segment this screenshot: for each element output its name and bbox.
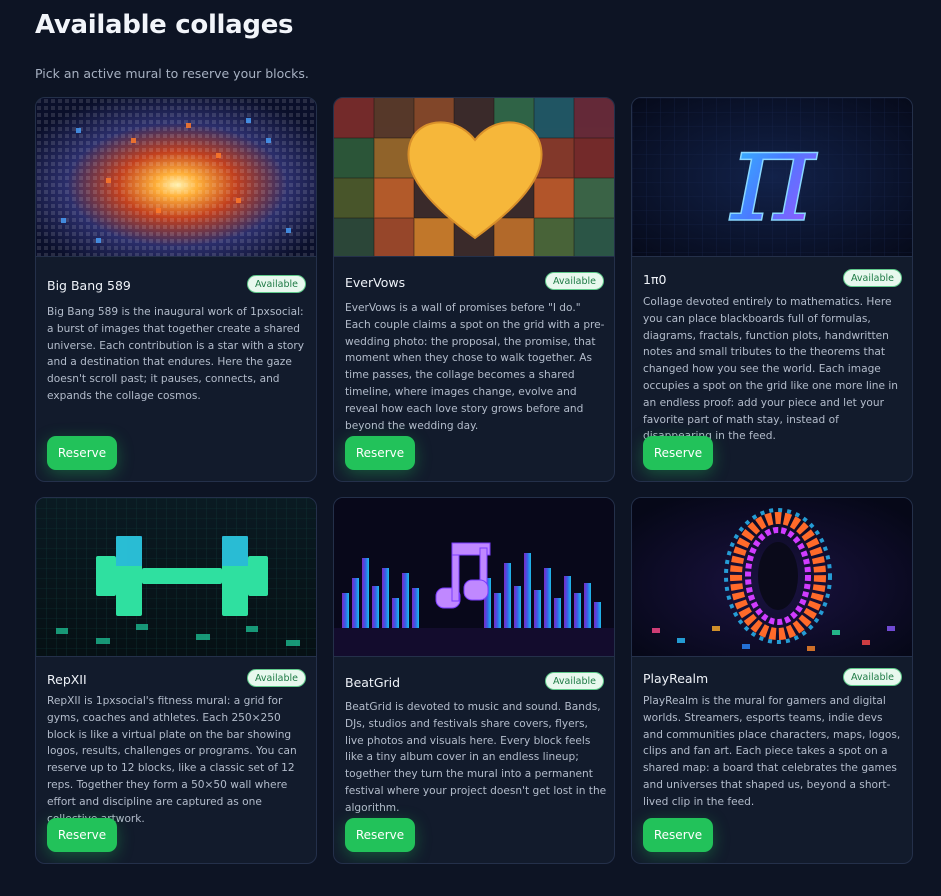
music-note-image bbox=[334, 498, 614, 657]
card-description: BeatGrid is devoted to music and sound. … bbox=[345, 701, 607, 814]
card-description: Collage devoted entirely to mathematics.… bbox=[643, 296, 899, 443]
starburst-image bbox=[36, 98, 316, 257]
card-title: 1π0 bbox=[643, 272, 667, 287]
collage-card: Big Bang 589 Available Big Bang 589 is t… bbox=[35, 97, 317, 482]
collage-card: EverVows Available EverVows is a wall of… bbox=[333, 97, 615, 482]
card-title: BeatGrid bbox=[345, 675, 401, 690]
reserve-button[interactable]: Reserve bbox=[345, 436, 415, 470]
dumbbell-image bbox=[36, 498, 316, 657]
svg-text:π: π bbox=[728, 99, 818, 251]
status-badge: Available bbox=[544, 272, 604, 290]
card-title: RepXII bbox=[47, 672, 87, 687]
collage-card: π 1π0 Available Collage devoted entirely… bbox=[631, 97, 913, 482]
page-title: Available collages bbox=[35, 10, 294, 40]
reserve-button[interactable]: Reserve bbox=[643, 436, 713, 470]
portal-ring-image bbox=[632, 498, 912, 657]
card-description: RepXII is 1pxsocial's fitness mural: a g… bbox=[47, 695, 297, 825]
reserve-button[interactable]: Reserve bbox=[47, 436, 117, 470]
status-badge: Available bbox=[842, 269, 902, 287]
heart-image bbox=[334, 98, 614, 257]
reserve-button[interactable]: Reserve bbox=[345, 818, 415, 852]
page-subtitle: Pick an active mural to reserve your blo… bbox=[35, 66, 309, 81]
pi-image: π bbox=[632, 98, 912, 257]
status-badge: Available bbox=[246, 275, 306, 293]
card-description: EverVows is a wall of promises before "I… bbox=[345, 302, 605, 432]
card-title: EverVows bbox=[345, 275, 406, 290]
card-title: Big Bang 589 bbox=[47, 278, 131, 293]
status-badge: Available bbox=[544, 672, 604, 690]
card-title: PlayRealm bbox=[643, 671, 709, 686]
collage-card: PlayRealm Available PlayRealm is the mur… bbox=[631, 497, 913, 864]
collage-card: RepXII Available RepXII is 1pxsocial's f… bbox=[35, 497, 317, 864]
status-badge: Available bbox=[246, 669, 306, 687]
reserve-button[interactable]: Reserve bbox=[47, 818, 117, 852]
card-description: PlayRealm is the mural for gamers and di… bbox=[643, 695, 901, 808]
status-badge: Available bbox=[842, 668, 902, 686]
card-description: Big Bang 589 is the inaugural work of 1p… bbox=[47, 306, 305, 402]
collage-card: BeatGrid Available BeatGrid is devoted t… bbox=[333, 497, 615, 864]
reserve-button[interactable]: Reserve bbox=[643, 818, 713, 852]
